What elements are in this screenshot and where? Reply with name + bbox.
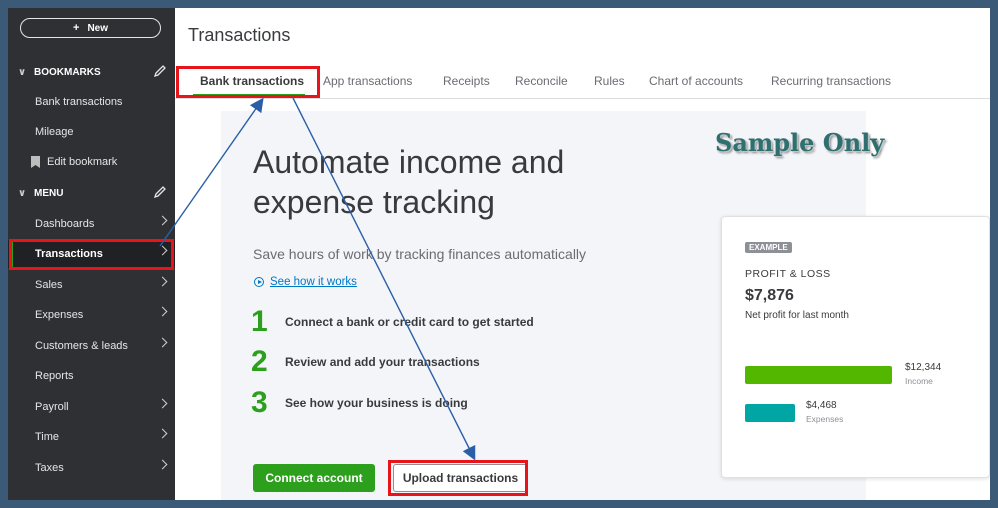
step-2: 2 Review and add your transactions [251,347,480,377]
example-badge: EXAMPLE [745,242,792,253]
pencil-icon[interactable] [153,64,167,78]
edit-bookmark[interactable]: Edit bookmark [8,148,175,176]
bookmark-mileage[interactable]: Mileage [8,118,175,146]
tab-reconcile[interactable]: Reconcile [515,74,568,88]
chevron-right-icon [157,276,168,287]
step-text: Connect a bank or credit card to get sta… [285,315,534,329]
chevron-down-icon: ∨ [18,187,27,199]
step-number: 2 [251,345,268,378]
expenses-value: $4,468 [806,400,837,411]
sidebar-item-customers-leads[interactable]: Customers & leads [8,332,175,360]
link-label: See how it works [270,276,357,288]
sidebar-item-label: Sales [35,279,63,291]
new-button-label: New [87,22,108,34]
tab-bank-transactions[interactable]: Bank transactions [200,74,304,88]
bookmark-label: Bank transactions [35,96,123,108]
bookmark-label: Mileage [35,126,74,138]
play-icon [254,277,264,287]
see-how-it-works-link[interactable]: See how it works [254,276,357,288]
sidebar-item-label: Transactions [35,248,103,260]
bookmark-icon [31,156,40,168]
new-button[interactable]: + New [20,18,161,38]
sidebar-item-label: Taxes [35,462,64,474]
tab-rules[interactable]: Rules [594,74,625,88]
profit-loss-card: EXAMPLE PROFIT & LOSS $7,876 Net profit … [721,216,990,478]
active-tab-indicator [193,94,305,97]
sidebar-item-label: Dashboards [35,218,95,230]
expenses-label: Expenses [806,414,844,424]
tab-app-transactions[interactable]: App transactions [323,74,412,88]
step-text: Review and add your transactions [285,355,480,369]
page-title: Transactions [188,25,291,45]
sidebar-item-payroll[interactable]: Payroll [8,393,175,421]
tab-receipts[interactable]: Receipts [443,74,490,88]
sidebar-item-dashboards[interactable]: Dashboards [8,210,175,238]
tab-chart-of-accounts[interactable]: Chart of accounts [649,74,743,88]
menu-header[interactable]: ∨ MENU [8,183,175,203]
sidebar: + New ∨ BOOKMARKS Bank transactions Mile… [8,8,175,500]
chevron-right-icon [157,337,168,348]
bookmark-label: Edit bookmark [47,156,118,168]
sidebar-item-taxes[interactable]: Taxes [8,454,175,482]
income-value: $12,344 [905,362,942,373]
expenses-bar [745,404,795,422]
step-1: 1 Connect a bank or credit card to get s… [251,307,534,337]
chevron-right-icon [157,428,168,439]
step-number: 1 [251,305,268,338]
upload-transactions-button[interactable]: Upload transactions [393,464,528,492]
plus-icon: + [73,22,80,34]
chevron-down-icon: ∨ [18,66,27,78]
bookmarks-title: BOOKMARKS [34,66,101,78]
step-3: 3 See how your business is doing [251,388,468,418]
subline: Save hours of work by tracking finances … [253,246,587,262]
chevron-right-icon [157,245,168,256]
bookmark-bank-transactions[interactable]: Bank transactions [8,88,175,116]
sidebar-item-expenses[interactable]: Expenses [8,301,175,329]
sidebar-item-label: Customers & leads [35,340,128,352]
sidebar-item-label: Payroll [35,401,69,413]
sidebar-item-sales[interactable]: Sales [8,271,175,299]
chevron-right-icon [157,215,168,226]
sidebar-item-label: Expenses [35,309,84,321]
app-window: + New ∨ BOOKMARKS Bank transactions Mile… [8,8,990,500]
card-title: PROFIT & LOSS [745,268,831,280]
chevron-right-icon [157,306,168,317]
step-text: See how your business is doing [285,396,468,410]
sidebar-item-time[interactable]: Time [8,423,175,451]
tab-bar: Bank transactions App transactions Recei… [175,70,990,99]
net-profit-amount: $7,876 [745,287,794,304]
step-number: 3 [251,386,268,419]
sidebar-item-transactions[interactable]: Transactions [8,240,175,268]
income-label: Income [905,376,933,386]
chevron-right-icon [157,398,168,409]
sidebar-item-label: Reports [35,370,74,382]
menu-title: MENU [34,187,64,199]
card-caption: Net profit for last month [745,310,849,321]
sidebar-item-reports[interactable]: Reports [8,362,175,390]
income-bar [745,366,892,384]
tab-recurring-transactions[interactable]: Recurring transactions [771,74,891,88]
bookmarks-header[interactable]: ∨ BOOKMARKS [8,62,175,82]
headline: Automate income and expense tracking [253,144,565,220]
sample-only-watermark: Sample Only [715,128,885,157]
chevron-right-icon [157,459,168,470]
pencil-icon[interactable] [153,185,167,199]
connect-account-button[interactable]: Connect account [253,464,375,492]
sidebar-item-label: Time [35,431,60,443]
